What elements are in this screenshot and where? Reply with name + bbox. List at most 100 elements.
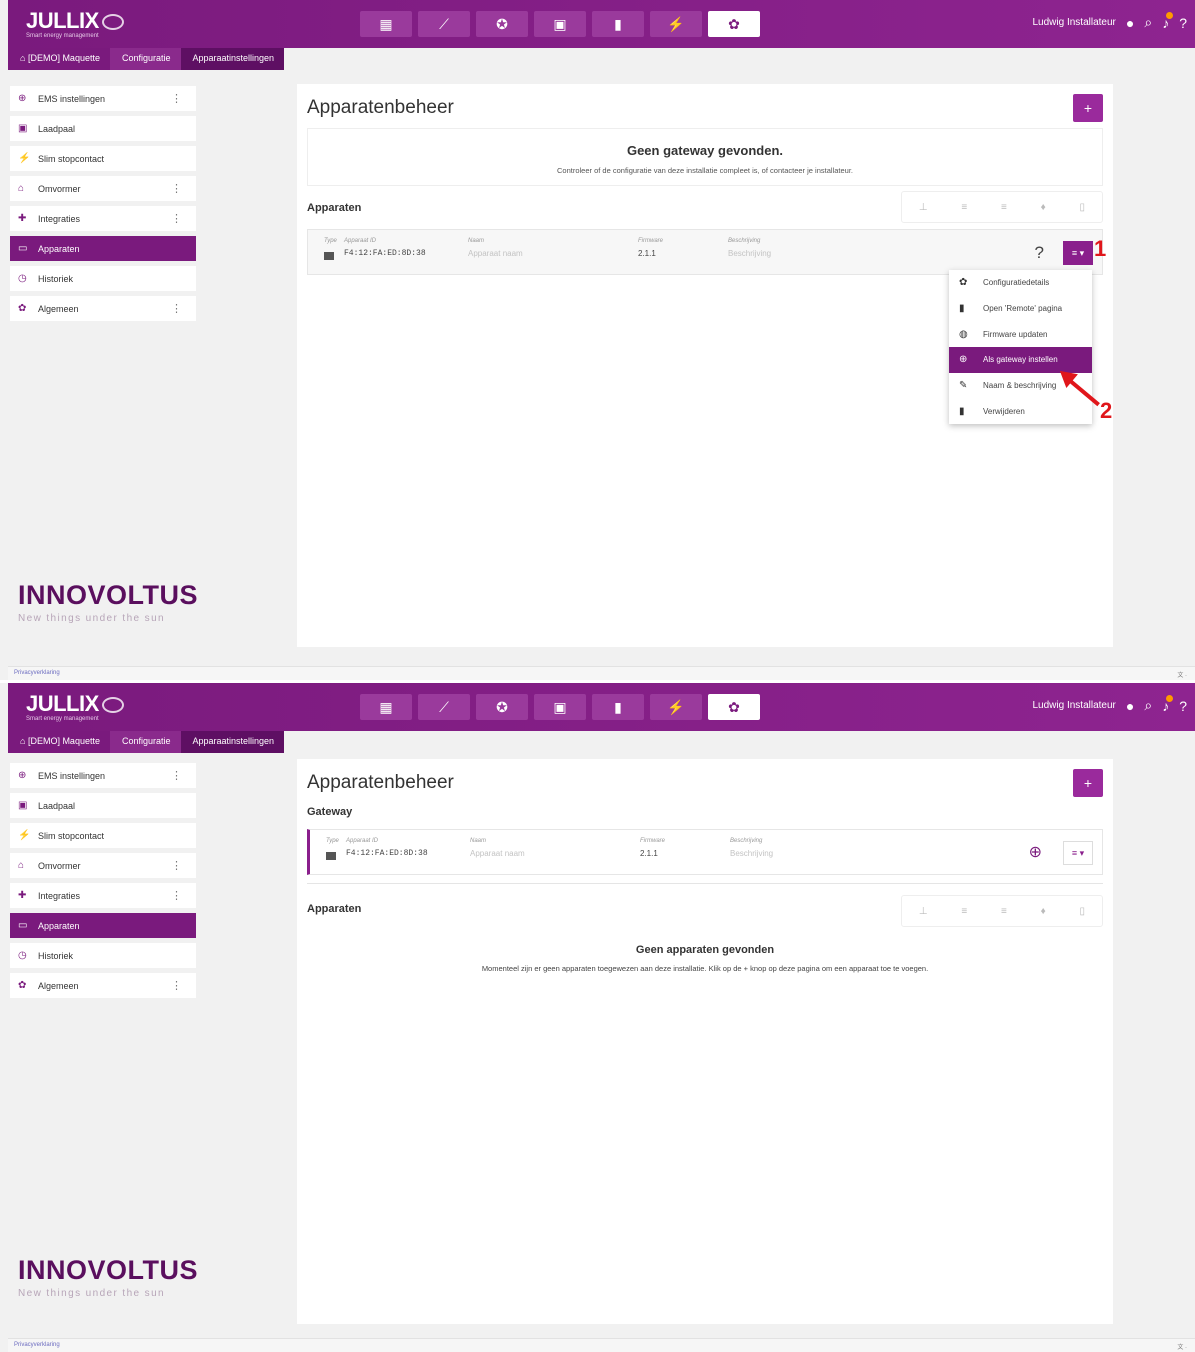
kebab-icon[interactable]: ⋮	[171, 769, 182, 782]
breadcrumb-home[interactable]: ⌂ [DEMO] Maquette	[8, 48, 110, 70]
device-menu-button[interactable]: ≡ ▾	[1063, 841, 1093, 865]
nav-plug-button[interactable]: ⚡	[650, 11, 702, 37]
page-title: Apparatenbeheer	[307, 97, 454, 118]
top-navbar: JULLIX Smart energy management ▦ ⟋ ✪ ▣ ▮…	[8, 0, 1195, 48]
col-firmware: Firmware 2.1.1	[640, 838, 665, 858]
filter-grid-icon[interactable]: ≡	[1001, 906, 1007, 917]
language-selector[interactable]: 文 ·	[1177, 1342, 1187, 1351]
device-type-filters: ⊥ ≡ ≡ ♦ ▯	[901, 895, 1103, 927]
user-icon[interactable]: ●	[1126, 698, 1134, 714]
remote-icon: ▮	[959, 303, 965, 315]
filter-plug-icon[interactable]: ♦	[1041, 906, 1046, 917]
sidebar: ⊕ EMS instellingen ⋮ ▣ Laadpaal ⚡ Slim stopc…	[10, 763, 196, 1003]
nav-plug-button[interactable]: ⚡	[650, 694, 702, 720]
sidebar-item-integraties[interactable]: ✚ Integraties ⋮	[10, 206, 196, 231]
brand-logo: INNOVOLTUS New things under the sun	[18, 580, 198, 624]
sidebar-item-integraties[interactable]: ✚ Integraties ⋮	[10, 883, 196, 908]
filter-charger-icon[interactable]: ▯	[1080, 202, 1086, 213]
sidebar-item-stopcontact[interactable]: ⚡ Slim stopcontact	[10, 823, 196, 848]
user-name[interactable]: Ludwig Installateur	[1033, 17, 1116, 28]
sidebar-item-algemeen[interactable]: ✿ Algemeen ⋮	[10, 296, 196, 321]
history-icon: ◷	[18, 273, 27, 284]
gateway-device-row[interactable]: Type Apparaat ID F4:12:FA:ED:8D:38 Naam Ap…	[307, 829, 1103, 875]
battery-icon: ▮	[614, 15, 622, 32]
add-device-button[interactable]: +	[1073, 94, 1103, 122]
nav-settings-button[interactable]: ✿	[708, 694, 760, 720]
filter-meter-icon[interactable]: ≡	[961, 906, 967, 917]
search-icon[interactable]: ⌕	[1144, 14, 1152, 31]
nav-battery-button[interactable]: ▮	[592, 11, 644, 37]
sidebar-item-algemeen[interactable]: ✿ Algemeen ⋮	[10, 973, 196, 998]
sidebar-item-ems[interactable]: ⊕ EMS instellingen ⋮	[10, 86, 196, 111]
logo-subtitle: Smart energy management	[26, 716, 99, 722]
home-icon: ⌂	[18, 860, 25, 871]
sidebar-item-omvormer[interactable]: ⌂ Omvormer ⋮	[10, 853, 196, 878]
footer: Privacyverklaring 文 ·	[8, 1338, 1195, 1352]
help-icon[interactable]: ?	[1179, 698, 1187, 714]
device-menu-button[interactable]: ≡ ▾	[1063, 241, 1093, 265]
sidebar-item-omvormer[interactable]: ⌂ Omvormer ⋮	[10, 176, 196, 201]
main-nav: ▦ ⟋ ✪ ▣ ▮ ⚡ ✿	[360, 694, 760, 720]
kebab-icon[interactable]: ⋮	[171, 859, 182, 872]
device-row[interactable]: Type Apparaat ID F4:12:FA:ED:8D:38 Naam Ap…	[307, 229, 1103, 275]
filter-plug-icon[interactable]: ♦	[1041, 202, 1046, 213]
menu-delete[interactable]: ▮ Verwijderen	[949, 398, 1092, 424]
breadcrumb-config[interactable]: Configuratie	[109, 731, 181, 753]
add-device-button[interactable]: +	[1073, 769, 1103, 797]
user-icon[interactable]: ●	[1126, 15, 1134, 31]
kebab-icon[interactable]: ⋮	[171, 889, 182, 902]
filter-charger-icon[interactable]: ▯	[1080, 906, 1086, 917]
menu-firmware-update[interactable]: ◍ Firmware updaten	[949, 321, 1092, 347]
privacy-link[interactable]: Privacyverklaring	[14, 670, 60, 676]
nav-chart-button[interactable]: ⟋	[418, 694, 470, 720]
privacy-link[interactable]: Privacyverklaring	[14, 1342, 60, 1348]
user-name[interactable]: Ludwig Installateur	[1033, 700, 1116, 711]
sidebar-item-historiek[interactable]: ◷ Historiek	[10, 266, 196, 291]
sidebar-item-apparaten[interactable]: ▭ Apparaten	[10, 236, 196, 261]
filter-meter-icon[interactable]: ≡	[961, 202, 967, 213]
kebab-icon[interactable]: ⋮	[171, 212, 182, 225]
sidebar-item-stopcontact[interactable]: ⚡ Slim stopcontact	[10, 146, 196, 171]
filter-grid-icon[interactable]: ≡	[1001, 202, 1007, 213]
filter-solar-icon[interactable]: ⊥	[919, 202, 928, 213]
nav-dashboard-button[interactable]: ▦	[360, 694, 412, 720]
sidebar-item-laadpaal[interactable]: ▣ Laadpaal	[10, 116, 196, 141]
device-type-filters: ⊥ ≡ ≡ ♦ ▯	[901, 191, 1103, 223]
nav-money-button[interactable]: ▣	[534, 694, 586, 720]
menu-open-remote[interactable]: ▮ Open 'Remote' pagina	[949, 296, 1092, 322]
filter-solar-icon[interactable]: ⊥	[919, 906, 928, 917]
nav-brain-button[interactable]: ✪	[476, 694, 528, 720]
breadcrumb-config[interactable]: Configuratie	[109, 48, 181, 70]
empty-devices-title: Geen apparaten gevonden	[635, 944, 775, 956]
brand-name: INNOVOLTUS	[18, 1255, 198, 1285]
nav-brain-button[interactable]: ✪	[476, 11, 528, 37]
breadcrumb-home[interactable]: ⌂ [DEMO] Maquette	[8, 731, 110, 753]
battery-icon: ▮	[614, 698, 622, 715]
nav-settings-button[interactable]: ✿	[708, 11, 760, 37]
devices-section-title: Apparaten	[307, 202, 362, 214]
help-icon[interactable]: ?	[1179, 15, 1187, 31]
search-icon[interactable]: ⌕	[1144, 697, 1152, 714]
menu-config-details[interactable]: ✿ Configuratiedetails	[949, 270, 1092, 296]
nav-battery-button[interactable]: ▮	[592, 694, 644, 720]
kebab-icon[interactable]: ⋮	[171, 979, 182, 992]
dashboard-icon: ▦	[379, 698, 393, 715]
nav-money-button[interactable]: ▣	[534, 11, 586, 37]
footer: Privacyverklaring 文 ·	[8, 666, 1195, 680]
sidebar-item-historiek[interactable]: ◷ Historiek	[10, 943, 196, 968]
screenshot-after: JULLIX Smart energy management ▦ ⟋ ✪ ▣ ▮…	[0, 683, 1195, 1352]
nav-chart-button[interactable]: ⟋	[418, 11, 470, 37]
kebab-icon[interactable]: ⋮	[171, 92, 182, 105]
nav-dashboard-button[interactable]: ▦	[360, 11, 412, 37]
app-logo[interactable]: JULLIX	[26, 691, 124, 717]
sidebar-item-ems[interactable]: ⊕ EMS instellingen ⋮	[10, 763, 196, 788]
kebab-icon[interactable]: ⋮	[171, 302, 182, 315]
language-selector[interactable]: 文 ·	[1177, 670, 1187, 679]
app-logo[interactable]: JULLIX	[26, 8, 124, 34]
kebab-icon[interactable]: ⋮	[171, 182, 182, 195]
sidebar-item-apparaten[interactable]: ▭ Apparaten	[10, 913, 196, 938]
bell-icon[interactable]: ♪	[1162, 11, 1174, 31]
sidebar-item-laadpaal[interactable]: ▣ Laadpaal	[10, 793, 196, 818]
brain-icon: ✪	[496, 698, 508, 715]
bell-icon[interactable]: ♪	[1162, 694, 1174, 714]
